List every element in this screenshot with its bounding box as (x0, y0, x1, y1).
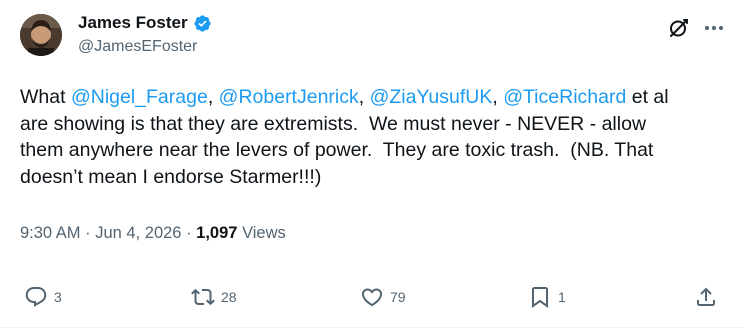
tweet-text-segment: , (492, 86, 504, 108)
views-count: 1,097 (196, 224, 238, 242)
more-icon[interactable] (702, 16, 726, 40)
tweet-meta: 9:30 AM · Jun 4, 2026 · 1,097 Views (20, 224, 286, 243)
meta-separator: · (186, 224, 192, 242)
avatar[interactable] (20, 14, 62, 56)
repost-count: 28 (221, 289, 237, 305)
mention-link[interactable]: @TiceRichard (503, 86, 626, 108)
verified-badge-icon (194, 14, 211, 32)
tweet-text-segment: What (20, 86, 71, 108)
bookmark-count: 1 (558, 289, 566, 305)
share-icon (697, 287, 715, 306)
tweet-text-segment: , (207, 86, 219, 108)
author-name-row[interactable]: James Foster (78, 13, 212, 33)
tweet-date[interactable]: Jun 4, 2026 (95, 224, 181, 242)
mention-link[interactable]: @ZiaYusufUK (370, 86, 493, 108)
bottom-divider (0, 327, 743, 328)
reply-icon (25, 287, 47, 307)
like-count: 79 (390, 289, 406, 305)
like-icon (361, 288, 383, 307)
repost-icon (191, 288, 215, 306)
action-bar: 3 28 79 1 (0, 284, 743, 312)
mention-link[interactable]: @Nigel_Farage (71, 86, 208, 108)
tweet-text: What @Nigel_Farage, @RobertJenrick, @Zia… (20, 84, 730, 190)
author-handle[interactable]: @JamesEFoster (78, 38, 197, 56)
repost-button[interactable]: 28 (191, 284, 237, 310)
reply-button[interactable]: 3 (24, 284, 62, 310)
views-label: Views (242, 224, 286, 242)
mention-link[interactable]: @RobertJenrick (219, 86, 359, 108)
tweet-time[interactable]: 9:30 AM (20, 224, 81, 242)
like-button[interactable]: 79 (360, 284, 406, 310)
author-display-name[interactable]: James Foster (78, 13, 188, 33)
meta-separator: · (85, 224, 91, 242)
share-button[interactable] (694, 284, 718, 310)
bookmark-button[interactable]: 1 (528, 284, 566, 310)
tweet-text-segment: , (358, 86, 370, 108)
grok-icon[interactable] (667, 16, 691, 40)
reply-count: 3 (54, 289, 62, 305)
bookmark-icon (532, 287, 548, 308)
